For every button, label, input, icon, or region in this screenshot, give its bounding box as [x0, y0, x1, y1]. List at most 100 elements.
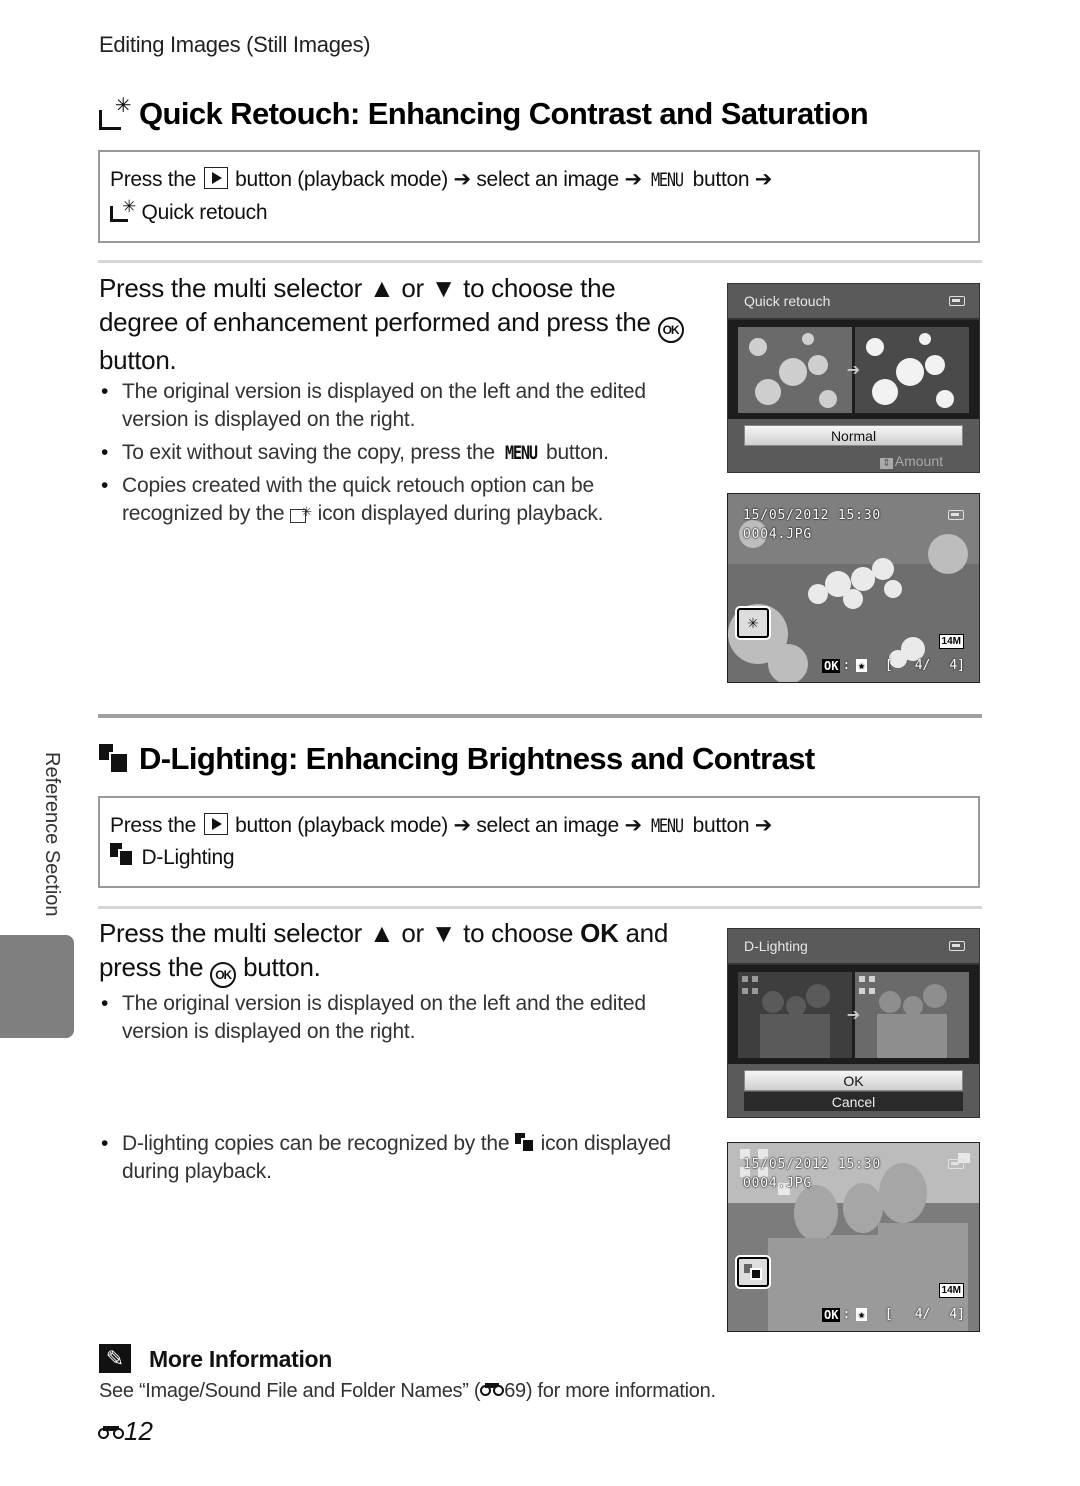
menu-item-name: Quick retouch	[141, 201, 268, 224]
up-arrow-icon: ▲	[368, 918, 395, 948]
step-text: or	[401, 918, 424, 948]
path-text: select an image	[476, 168, 619, 191]
camera-screen-d-lighting: D-Lighting ➔ OK Cancel	[727, 928, 980, 1118]
ok-button-icon: OK	[657, 317, 684, 343]
counter-total: 4]	[949, 658, 965, 673]
pencil-note-icon: ✎	[99, 1344, 131, 1373]
list-item: The original version is displayed on the…	[99, 378, 689, 434]
step-text: Press the multi selector	[99, 918, 363, 948]
step-instruction: Press the multi selector ▲ or ▼ to choos…	[99, 916, 709, 988]
arrow-icon: ➔	[624, 814, 643, 837]
arrow-icon: ➔	[624, 168, 643, 191]
battery-icon	[948, 1159, 964, 1169]
menu-path-box: Press the button (playback mode) ➔ selec…	[98, 796, 980, 888]
original-thumbnail	[738, 326, 852, 413]
ok-badge: OK	[822, 658, 841, 673]
reference-section-icon	[98, 1423, 124, 1441]
screen-title: D-Lighting	[744, 938, 808, 954]
original-thumbnail	[738, 971, 852, 1058]
list-item: D-lighting copies can be recognized by t…	[99, 1130, 689, 1186]
hint-text: Amount	[894, 453, 943, 469]
step-text: Press the multi selector	[99, 273, 363, 303]
arrow-right-icon: ➔	[846, 1006, 861, 1024]
filename-readout: 0004.JPG	[743, 527, 813, 542]
divider	[98, 260, 982, 263]
path-text: Press the	[110, 814, 197, 837]
arrow-icon: ➔	[453, 814, 472, 837]
ok-option-label: OK	[580, 918, 619, 948]
section-title-quick-retouch: ✳ Quick Retouch: Enhancing Contrast and …	[99, 95, 869, 132]
side-tab-label: Reference Section	[41, 752, 63, 917]
battery-icon	[949, 296, 965, 306]
option-cancel[interactable]: Cancel	[744, 1092, 963, 1111]
arrow-right-icon: ➔	[846, 361, 861, 379]
d-lighting-playback-icon	[514, 1133, 535, 1153]
list-item: To exit without saving the copy, press t…	[99, 439, 689, 467]
path-text: button (playback mode)	[235, 168, 448, 191]
bullet-text: D-lighting copies can be recognized by t…	[122, 1132, 510, 1155]
up-arrow-icon: ▲	[368, 273, 395, 303]
image-size-badge: 14M	[938, 1283, 964, 1298]
arrow-icon: ➔	[754, 168, 773, 191]
amount-hint: ⇕ Amount	[728, 453, 979, 469]
image-size-badge: 14M	[938, 634, 964, 649]
bullet-text: icon displayed during playback.	[317, 502, 604, 525]
screen-title: Quick retouch	[744, 293, 831, 309]
arrow-icon: ➔	[754, 814, 773, 837]
camera-playback-d-lighting: 15/05/2012 15:30 0004.JPG 14M OK : ★ [ 4/…	[727, 1142, 980, 1332]
more-info-text-part: ) for more information.	[525, 1380, 716, 1402]
step-text: or	[401, 273, 424, 303]
running-head: Editing Images (Still Images)	[99, 32, 371, 57]
more-info-text-part: See “Image/Sound File and Folder Names” …	[99, 1380, 481, 1402]
bullet-list: The original version is displayed on the…	[99, 378, 689, 533]
bullet-text: button.	[545, 441, 609, 464]
battery-icon	[949, 941, 965, 951]
playback-button-icon	[203, 813, 228, 835]
counter-bracket: [	[884, 658, 893, 673]
quick-retouch-icon: ✳	[99, 95, 132, 130]
section-title-d-lighting: D-Lighting: Enhancing Brightness and Con…	[99, 741, 815, 777]
step-text: button.	[99, 345, 177, 375]
quick-retouch-playback-icon: ✳	[290, 501, 312, 523]
quick-retouch-icon: ✳	[110, 196, 136, 222]
ok-button-icon: OK	[210, 962, 237, 988]
path-text: Press the	[110, 168, 197, 191]
step-text: button.	[243, 952, 321, 982]
bullet-text: To exit without saving the copy, press t…	[122, 441, 495, 464]
playback-button-icon	[203, 167, 228, 189]
side-tab[interactable]	[0, 935, 74, 1038]
step-instruction: Press the multi selector ▲ or ▼ to choos…	[99, 271, 699, 377]
more-info-text: See “Image/Sound File and Folder Names” …	[99, 1380, 716, 1403]
list-item: The original version is displayed on the…	[99, 990, 689, 1046]
ok-badge: OK	[822, 1307, 841, 1322]
favorite-star-icon: ★	[856, 1308, 867, 1321]
menu-button-label: MENU	[651, 169, 684, 191]
filename-readout: 0004.JPG	[743, 1176, 813, 1191]
d-lighting-icon	[99, 744, 131, 774]
counter-bracket: [	[884, 1307, 893, 1322]
down-arrow-icon: ▼	[430, 273, 457, 303]
section-divider	[98, 714, 982, 718]
option-normal[interactable]: Normal	[744, 425, 963, 446]
page-number-text: 12	[124, 1416, 153, 1446]
menu-button-label: MENU	[651, 815, 684, 837]
page-number: 12	[98, 1416, 153, 1447]
option-ok[interactable]: OK	[744, 1070, 963, 1091]
battery-icon	[948, 510, 964, 520]
menu-path-box: Press the button (playback mode) ➔ selec…	[98, 150, 980, 243]
divider	[98, 906, 982, 909]
camera-screen-quick-retouch: Quick retouch ➔ Normal ⇕ Amount	[727, 283, 980, 473]
counter-current: 4/	[914, 658, 931, 673]
reference-section-icon	[480, 1380, 505, 1398]
quick-retouch-badge-icon: ✳	[737, 608, 769, 638]
more-info-title: More Information	[149, 1346, 333, 1372]
reference-page-link[interactable]: 69	[504, 1380, 526, 1402]
arrow-icon: ➔	[453, 168, 472, 191]
edited-thumbnail	[855, 971, 969, 1058]
counter-total: 4]	[949, 1307, 965, 1322]
bullet-list: D-lighting copies can be recognized by t…	[99, 1130, 689, 1191]
counter-current: 4/	[914, 1307, 931, 1322]
list-item: Copies created with the quick retouch op…	[99, 472, 689, 528]
path-text: select an image	[476, 814, 619, 837]
path-text: button (playback mode)	[235, 814, 448, 837]
